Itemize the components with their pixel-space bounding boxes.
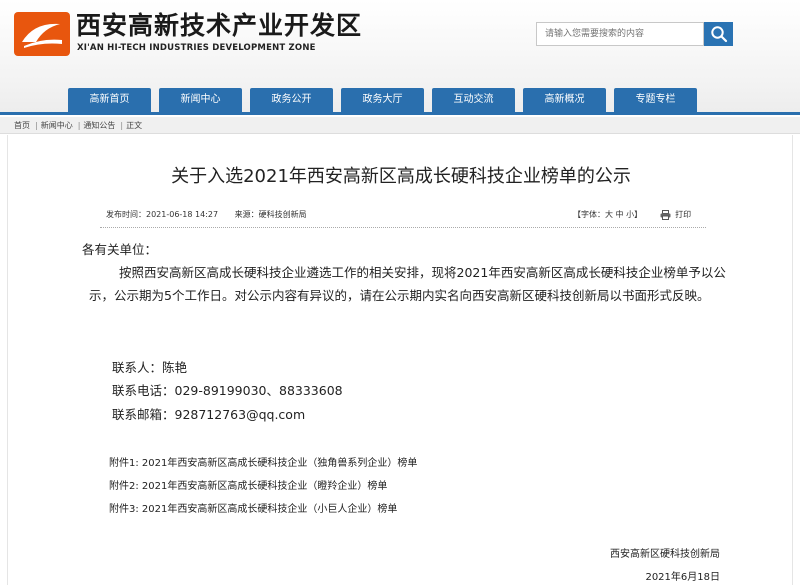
article-greeting: 各有关单位： [82, 242, 158, 257]
nav-item-home[interactable]: 高新首页 [68, 88, 151, 112]
article-title: 关于入选2021年西安高新区高成长硬科技企业榜单的公示 [171, 166, 631, 187]
breadcrumb-current: 正文 [126, 121, 143, 130]
attachment-link[interactable]: 附件3: 2021年西安高新区高成长硬科技企业（小巨人企业）榜单 [109, 500, 397, 515]
nav-item-service-hall[interactable]: 政务大厅 [341, 88, 424, 112]
site-header: 西安高新技术产业开发区 XI'AN HI-TECH INDUSTRIES DEV… [0, 0, 800, 115]
site-title: 西安高新技术产业开发区 [76, 11, 363, 40]
nav-underline [0, 112, 800, 115]
printer-icon [660, 209, 671, 220]
print-button[interactable]: 打印 [660, 209, 691, 220]
meta-divider [100, 227, 706, 228]
print-label: 打印 [675, 210, 692, 219]
nav-item-topics[interactable]: 专题专栏 [614, 88, 697, 112]
nav-item-gov-affairs[interactable]: 政务公开 [250, 88, 333, 112]
article-tools: 【字体：大 中 小】 打印 [573, 209, 691, 220]
font-size-control[interactable]: 【字体：大 中 小】 [573, 209, 642, 220]
article-container: 关于入选2021年西安高新区高成长硬科技企业榜单的公示 发布时间：2021-06… [7, 135, 793, 585]
breadcrumb: 首页 | 新闻中心 | 通知公告 | 正文 [0, 117, 800, 134]
nav-item-interaction[interactable]: 互动交流 [432, 88, 515, 112]
search-input[interactable] [536, 22, 704, 46]
signature-org: 西安高新区硬科技创新局 [610, 549, 720, 560]
publish-time: 发布时间：2021-06-18 14:27 [106, 210, 219, 219]
article-body: 按照西安高新区高成长硬科技企业遴选工作的相关安排，现将2021年西安高新区高成长… [89, 265, 726, 303]
article-meta: 发布时间：2021-06-18 14:27 来源：硬科技创新局 [106, 209, 321, 220]
article-source: 来源：硬科技创新局 [234, 210, 307, 219]
attachment-link[interactable]: 附件2: 2021年西安高新区高成长硬科技企业（瞪羚企业）榜单 [109, 477, 387, 492]
contact-email: 联系邮箱：928712763@qq.com [112, 407, 306, 422]
breadcrumb-home[interactable]: 首页 [14, 121, 30, 130]
breadcrumb-news[interactable]: 新闻中心 [41, 121, 73, 130]
breadcrumb-separator: | [77, 121, 81, 130]
search-button[interactable] [704, 22, 733, 46]
attachment-link[interactable]: 附件1: 2021年西安高新区高成长硬科技企业（独角兽系列企业）榜单 [109, 454, 417, 469]
breadcrumb-separator: | [120, 121, 124, 130]
signature-date: 2021年6月18日 [645, 572, 720, 583]
contact-person: 联系人：陈艳 [112, 360, 188, 375]
xian-hitech-logo-icon[interactable] [14, 12, 70, 56]
breadcrumb-separator: | [35, 121, 38, 130]
search-icon [710, 26, 727, 43]
contact-phone: 联系电话：029-89199030、88333608 [112, 383, 343, 398]
nav-item-news[interactable]: 新闻中心 [159, 88, 242, 112]
nav-item-overview[interactable]: 高新概况 [523, 88, 606, 112]
main-nav: 高新首页 新闻中心 政务公开 政务大厅 互动交流 高新概况 专题专栏 [68, 88, 697, 112]
site-subtitle: XI'AN HI-TECH INDUSTRIES DEVELOPMENT ZON… [77, 43, 316, 53]
breadcrumb-notices[interactable]: 通知公告 [83, 121, 115, 130]
